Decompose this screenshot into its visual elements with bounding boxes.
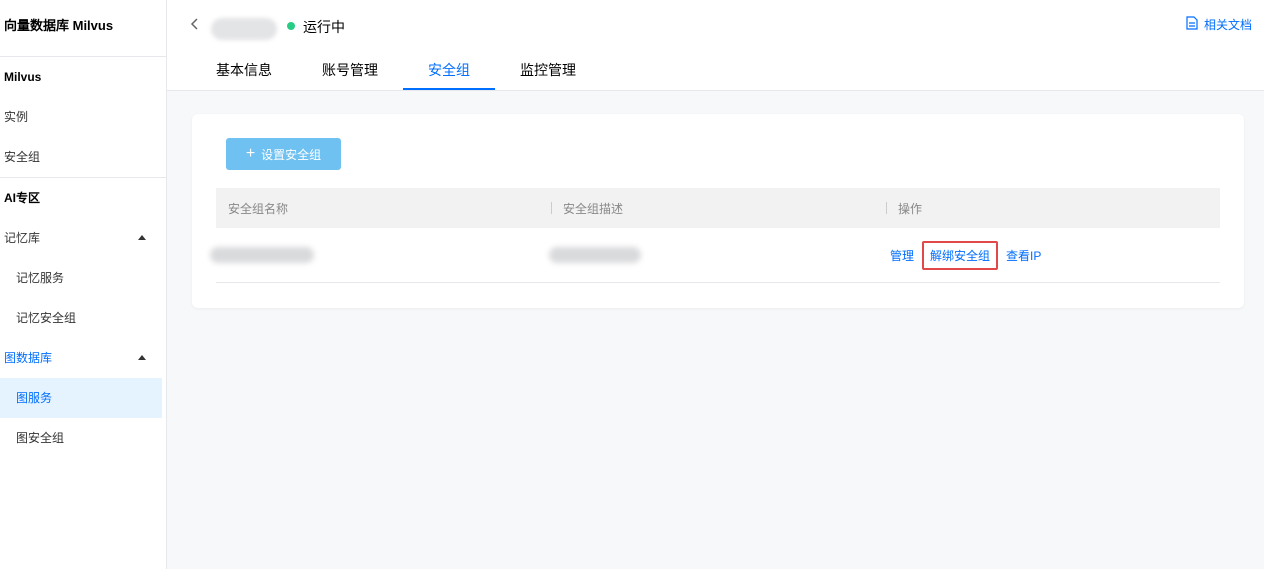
sidebar-item-memory[interactable]: 记忆库 (0, 218, 166, 258)
sidebar-item-graph-security-group[interactable]: 图安全组 (0, 418, 166, 458)
column-header-name: 安全组名称 (228, 201, 289, 216)
cell-sg-name (210, 247, 547, 263)
instance-name-redacted (211, 18, 277, 40)
table-header: 安全组名称 安全组描述 操作 (216, 188, 1220, 228)
cell-actions: 管理 解绑安全组 查看IP (878, 240, 1220, 270)
tab-bar: 基本信息 账号管理 安全组 监控管理 (191, 50, 601, 90)
product-title: 向量数据库 Milvus (0, 0, 166, 57)
sidebar-group-milvus: Milvus (4, 70, 42, 84)
caret-up-icon (138, 235, 146, 240)
tab-security-group[interactable]: 安全组 (403, 50, 495, 90)
docs-link-label: 相关文档 (1203, 18, 1252, 32)
status-dot-icon (287, 22, 295, 30)
plus-icon: + (245, 145, 256, 162)
security-group-card: + 设置安全组 安全组名称 安全组描述 操作 管理 解绑安全组 查看IP (192, 114, 1244, 308)
manage-link[interactable]: 管理 (890, 247, 914, 264)
cell-sg-description (547, 247, 878, 263)
column-header-description: 安全组描述 (551, 200, 886, 217)
chevron-left-icon[interactable] (187, 16, 203, 32)
sg-description-redacted (549, 247, 641, 263)
sidebar-item-graph-db-label: 图数据库 (4, 351, 53, 365)
sidebar-item-memory-label: 记忆库 (4, 231, 41, 245)
sidebar-group-ai: AI专区 (4, 191, 41, 205)
sidebar-item-graph-db[interactable]: 图数据库 (0, 338, 166, 378)
column-header-actions: 操作 (886, 200, 1220, 217)
sidebar-item-security-group[interactable]: 安全组 (0, 137, 166, 177)
sidebar-item-memory-service[interactable]: 记忆服务 (0, 258, 166, 298)
tab-account-management[interactable]: 账号管理 (297, 50, 403, 90)
view-ip-link[interactable]: 查看IP (1006, 247, 1041, 264)
page-header: 运行中 相关文档 基本信息 账号管理 安全组 监控管理 (167, 0, 1264, 91)
sidebar-item-instances[interactable]: 实例 (0, 97, 166, 137)
document-icon (1186, 16, 1198, 33)
sidebar-item-memory-security-group[interactable]: 记忆安全组 (0, 298, 166, 338)
status-text: 运行中 (303, 19, 345, 35)
security-group-table: 安全组名称 安全组描述 操作 管理 解绑安全组 查看IP (210, 188, 1220, 283)
table-row: 管理 解绑安全组 查看IP (210, 228, 1220, 283)
caret-up-icon (138, 355, 146, 360)
sg-name-redacted (210, 247, 314, 263)
sidebar: 向量数据库 Milvus Milvus 实例 安全组 AI专区 记忆库 记忆服务… (0, 0, 167, 569)
sidebar-item-graph-service[interactable]: 图服务 (0, 378, 162, 418)
unbind-security-group-link[interactable]: 解绑安全组 (922, 240, 999, 270)
tab-monitoring[interactable]: 监控管理 (495, 50, 601, 90)
set-security-group-label: 设置安全组 (261, 147, 322, 162)
set-security-group-button[interactable]: + 设置安全组 (226, 138, 341, 170)
tab-basic-info[interactable]: 基本信息 (191, 50, 297, 90)
docs-link[interactable]: 相关文档 (1186, 16, 1252, 33)
